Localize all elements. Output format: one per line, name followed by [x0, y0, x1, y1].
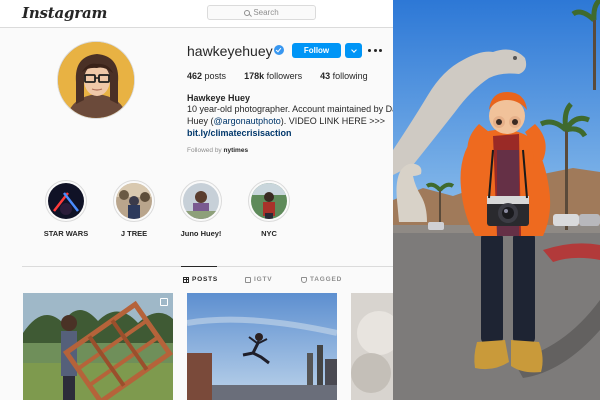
- highlight-label: Juno Huey!: [180, 229, 222, 238]
- boy-with-camera-photo: [393, 0, 600, 400]
- tab-label: IGTV: [254, 276, 273, 283]
- bio-mention-link[interactable]: @argonautphoto: [214, 116, 281, 126]
- tab-tagged[interactable]: TAGGED: [301, 276, 342, 283]
- bio-text-line-2: Huey (@argonautphoto). VIDEO LINK HERE >…: [187, 116, 386, 126]
- profile-avatar[interactable]: [57, 41, 135, 119]
- highlight-star-wars[interactable]: STAR WARS: [36, 180, 96, 238]
- top-navigation-bar: Instagram Search: [0, 0, 393, 28]
- highlight-label: STAR WARS: [43, 229, 89, 238]
- highlight-cover-image: [116, 183, 152, 219]
- suggested-accounts-button[interactable]: [345, 43, 362, 58]
- post-image: [23, 293, 173, 400]
- tab-label: TAGGED: [310, 276, 343, 283]
- tv-icon: [245, 276, 251, 283]
- search-icon: [244, 9, 251, 16]
- multiple-photos-icon: [160, 298, 168, 306]
- avatar-illustration: [58, 42, 134, 118]
- highlight-nyc[interactable]: NYC: [239, 180, 299, 238]
- post-thumbnail[interactable]: [187, 293, 337, 400]
- following-stat[interactable]: 43 following: [320, 71, 368, 81]
- post-image: [187, 293, 337, 400]
- profile-username: hawkeyehuey: [187, 43, 273, 59]
- followed-by-text[interactable]: Followed by nytimes: [187, 147, 248, 154]
- instagram-profile-page: Instagram Search hawkeyehuey Follow 462 …: [0, 0, 393, 400]
- highlight-label: J TREE: [120, 229, 148, 238]
- active-tab-indicator: [181, 266, 217, 267]
- post-image: [351, 293, 393, 400]
- post-thumbnail[interactable]: [23, 293, 173, 400]
- bio-website-link[interactable]: bit.ly/climatecrisisaction: [187, 128, 292, 138]
- grid-icon: [183, 276, 189, 283]
- highlight-cover-image: [183, 183, 219, 219]
- highlight-cover-image: [251, 183, 287, 219]
- verified-badge-icon: [274, 45, 284, 55]
- bio-text-line-1: 10 year-old photographer. Account mainta…: [187, 104, 393, 114]
- highlight-cover-image: [48, 183, 84, 219]
- highlight-label: NYC: [261, 229, 277, 238]
- chevron-down-icon: [350, 46, 357, 53]
- followers-stat[interactable]: 178k followers: [244, 71, 302, 81]
- tab-label: POSTS: [192, 276, 219, 283]
- highlight-juno-huey[interactable]: Juno Huey!: [171, 180, 231, 238]
- more-options-button[interactable]: [368, 44, 382, 56]
- search-placeholder: Search: [253, 8, 279, 17]
- profile-stats: 462 posts 178k followers 43 following: [187, 71, 368, 81]
- ellipsis-dot: [368, 48, 371, 52]
- ellipsis-dot: [379, 48, 382, 52]
- instagram-logo[interactable]: Instagram: [22, 4, 107, 22]
- post-thumbnail[interactable]: [351, 293, 393, 400]
- tab-igtv[interactable]: IGTV: [245, 276, 272, 283]
- bio-full-name: Hawkeye Huey: [187, 93, 251, 103]
- featured-photo: [393, 0, 600, 400]
- highlight-j-tree[interactable]: J TREE: [104, 180, 164, 238]
- tag-icon: [301, 276, 307, 283]
- posts-stat: 462 posts: [187, 71, 227, 81]
- follow-button[interactable]: Follow: [292, 43, 341, 58]
- search-input[interactable]: Search: [207, 5, 316, 20]
- tab-posts[interactable]: POSTS: [183, 276, 218, 283]
- ellipsis-dot: [373, 48, 377, 52]
